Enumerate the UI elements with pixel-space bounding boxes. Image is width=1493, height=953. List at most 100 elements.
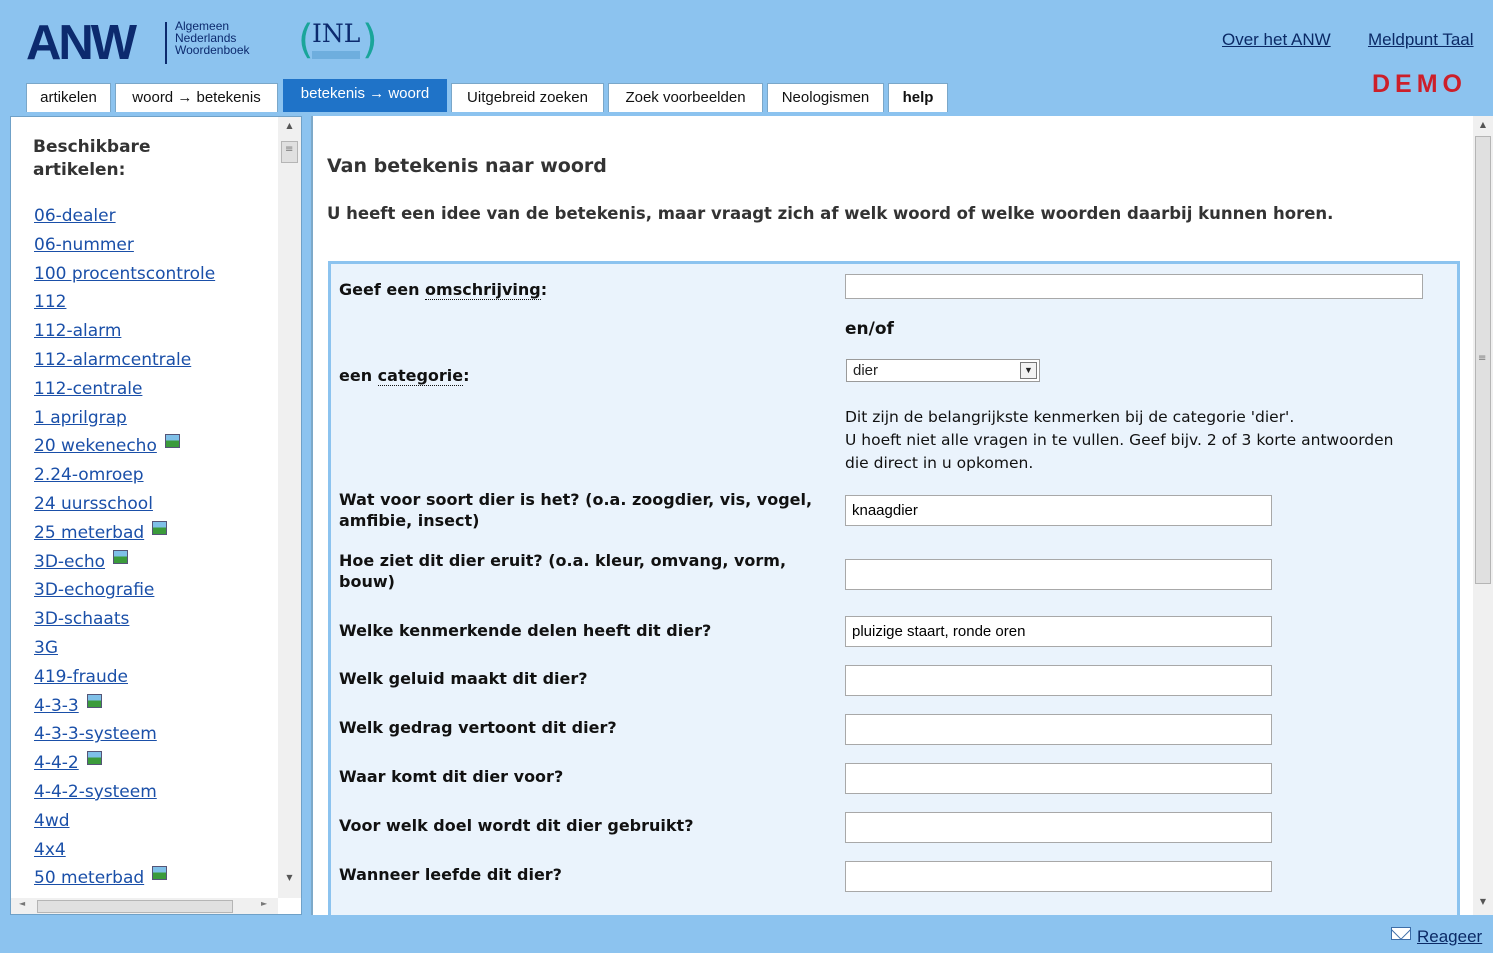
article-list-item: 4-3-3-systeem [34, 720, 215, 749]
tab-help[interactable]: help [888, 83, 948, 112]
scroll-right-arrow-icon[interactable]: ► [261, 899, 267, 908]
image-icon [152, 866, 168, 881]
reageer-label: Reageer [1417, 927, 1483, 946]
article-link[interactable]: 112-alarm [34, 321, 121, 341]
tab-woord-betekenis[interactable]: woord → betekenis [115, 83, 278, 112]
logo-subtitle-line: Woordenboek [175, 43, 250, 57]
article-link[interactable]: 4wd [34, 811, 70, 831]
inl-logo-paren: ) [362, 17, 378, 63]
question-label: Wat voor soort dier is het? (o.a. zoogdi… [339, 490, 813, 530]
omschrijving-input[interactable] [845, 274, 1423, 299]
categorie-term[interactable]: categorie [377, 366, 464, 386]
scroll-thumb[interactable] [37, 900, 233, 913]
scroll-thumb[interactable]: ≡ [1475, 136, 1491, 584]
tab-artikelen[interactable]: artikelen [26, 83, 111, 112]
article-link[interactable]: 4-3-3-systeem [34, 724, 157, 744]
question-answer-input[interactable]: pluizige staart, ronde oren [845, 616, 1272, 647]
article-list-item: 100 procentscontrole [34, 260, 215, 289]
question-label: Hoe ziet dit dier eruit? (o.a. kleur, om… [339, 551, 787, 591]
reageer-link[interactable]: Reageer [1391, 927, 1482, 947]
scroll-down-arrow-icon[interactable]: ▼ [1473, 893, 1493, 910]
article-list-item: 20 wekenecho [34, 432, 215, 461]
question-answer-input[interactable] [845, 763, 1272, 794]
question-answer-input[interactable] [845, 665, 1272, 696]
article-link[interactable]: 50 meterbad [34, 868, 144, 888]
inl-logo-small-print [312, 51, 360, 59]
info-line: Dit zijn de belangrijkste kenmerken bij … [845, 408, 1295, 426]
article-list-item: 4-3-3 [34, 692, 215, 721]
and-or-label: en/of [845, 319, 894, 339]
article-link[interactable]: 1 aprilgrap [34, 408, 127, 428]
question-answer-input[interactable]: knaagdier [845, 495, 1272, 526]
sidebar-horizontal-scrollbar[interactable]: ◄ ► [11, 898, 278, 914]
scroll-left-arrow-icon[interactable]: ◄ [19, 899, 25, 908]
tab-uitgebreid-zoeken[interactable]: Uitgebreid zoeken [451, 83, 604, 112]
dropdown-arrow-icon[interactable]: ▼ [1020, 362, 1037, 379]
image-icon [113, 549, 129, 564]
article-list-item: 4-4-2 [34, 749, 215, 778]
article-list-item: 4x4 [34, 836, 215, 865]
categorie-select[interactable]: dier ▼ [846, 359, 1040, 382]
article-link[interactable]: 3D-echo [34, 552, 105, 572]
article-link[interactable]: 4-4-2-systeem [34, 782, 157, 802]
article-link[interactable]: 112 [34, 292, 66, 312]
info-line: die direct in u opkomen. [845, 454, 1034, 472]
categorie-label-prefix: een [339, 366, 378, 385]
article-list-item: 1 aprilgrap [34, 404, 215, 433]
article-link[interactable]: 06-nummer [34, 235, 134, 255]
article-list-item: 112 [34, 288, 215, 317]
article-link[interactable]: 4-3-3 [34, 696, 79, 716]
article-link[interactable]: 24 uursschool [34, 494, 153, 514]
article-list-item: 3G [34, 634, 215, 663]
question-label: Welke kenmerkende delen heeft dit dier? [339, 621, 712, 640]
omschrijving-term[interactable]: omschrijving [425, 280, 541, 300]
article-link[interactable]: 06-dealer [34, 206, 116, 226]
article-list: 06-dealer 06-nummer 100 procentscontrole 11… [34, 202, 215, 893]
article-link[interactable]: 3D-schaats [34, 609, 129, 629]
tab-bar: artikelen woord → betekenis betekenis → … [0, 79, 1493, 112]
question-label: Welk geluid maakt dit dier? [339, 669, 588, 688]
tab-zoek-voorbeelden[interactable]: Zoek voorbeelden [608, 83, 763, 112]
article-link[interactable]: 4x4 [34, 840, 66, 860]
main-vertical-scrollbar[interactable]: ▲ ≡ ▼ [1473, 116, 1493, 915]
question-answer-input[interactable] [845, 812, 1272, 843]
logo-divider [165, 22, 167, 64]
article-list-item: 4wd [34, 807, 215, 836]
image-icon [164, 434, 180, 449]
question-answer-input[interactable] [845, 559, 1272, 590]
tab-neologismen[interactable]: Neologismen [767, 83, 884, 112]
meldpunt-taal-link[interactable]: Meldpunt Taal [1368, 30, 1474, 50]
question-answer-input[interactable] [845, 714, 1272, 745]
article-link[interactable]: 3D-echografie [34, 580, 154, 600]
question-label: Wanneer leefde dit dier? [339, 865, 562, 884]
article-link[interactable]: 419-fraude [34, 667, 128, 687]
question-answer-input[interactable] [845, 861, 1272, 892]
scroll-down-arrow-icon[interactable]: ▼ [278, 869, 301, 886]
tab-betekenis-woord[interactable]: betekenis → woord [283, 79, 447, 112]
logo-subtitle: Algemeen Nederlands Woordenboek [175, 20, 250, 56]
article-link[interactable]: 20 wekenecho [34, 436, 157, 456]
article-link[interactable]: 4-4-2 [34, 753, 79, 773]
categorie-selected-value: dier [853, 362, 879, 379]
article-link[interactable]: 112-centrale [34, 379, 142, 399]
article-list-item: 25 meterbad [34, 519, 215, 548]
main-content: Van betekenis naar woord U heeft een ide… [311, 116, 1493, 915]
article-link[interactable]: 3G [34, 638, 58, 658]
scroll-thumb[interactable]: ≡ [281, 141, 298, 163]
grip-icon: ≡ [1478, 353, 1487, 364]
image-icon [152, 520, 168, 535]
inl-logo-text: INL [312, 19, 361, 48]
question-label: Welk gedrag vertoont dit dier? [339, 718, 617, 737]
over-het-anw-link[interactable]: Over het ANW [1222, 30, 1331, 50]
article-link[interactable]: 112-alarmcentrale [34, 350, 191, 370]
article-link[interactable]: 100 procentscontrole [34, 264, 215, 284]
scroll-up-arrow-icon[interactable]: ▲ [278, 117, 301, 134]
article-link[interactable]: 25 meterbad [34, 523, 144, 543]
article-link[interactable]: 2.24-omroep [34, 465, 144, 485]
inl-logo[interactable]: ( INL ) [298, 17, 380, 67]
sidebar-vertical-scrollbar[interactable]: ▲ ≡ ▼ [278, 117, 301, 898]
footer: Reageer [0, 915, 1493, 953]
anw-logo[interactable]: ANW [26, 19, 137, 68]
categorie-label: een categorie: [339, 366, 470, 386]
scroll-up-arrow-icon[interactable]: ▲ [1473, 116, 1493, 133]
